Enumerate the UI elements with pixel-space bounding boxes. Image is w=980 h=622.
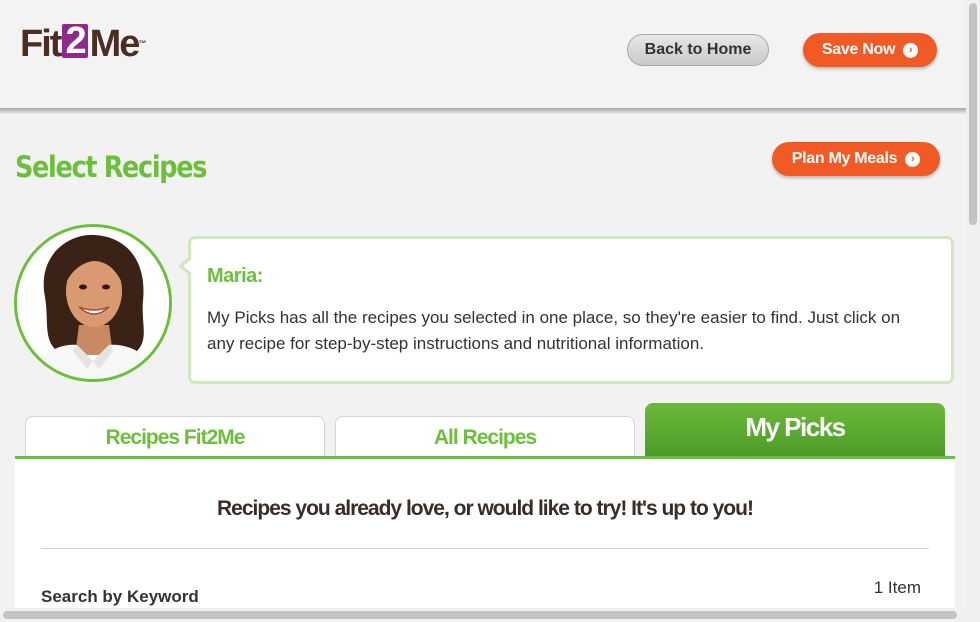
chevron-circle-right-icon: ›: [905, 151, 921, 167]
logo-text-me: Me: [89, 23, 141, 65]
search-by-keyword-label: Search by Keyword: [41, 587, 199, 606]
vertical-scrollbar-thumb[interactable]: [969, 3, 977, 225]
logo-trademark: ™: [138, 39, 147, 48]
panel-heading: Recipes you already love, or would like …: [217, 497, 754, 520]
tab-all-recipes-label: All Recipes: [433, 425, 537, 449]
tab-all-recipes[interactable]: All Recipes: [335, 416, 635, 458]
tab-recipes-fit2me[interactable]: Recipes Fit2Me: [25, 416, 325, 458]
coach-avatar: [14, 224, 172, 382]
coach-message: My Picks has all the recipes you selecte…: [207, 308, 901, 353]
item-count: 1 Item: [873, 578, 921, 597]
coach-name: Maria:: [207, 265, 263, 287]
site-header: Fit 2 Me™ Back to Home Save Now ›: [0, 0, 966, 108]
save-now-label: Save Now: [821, 41, 896, 58]
tab-my-picks[interactable]: My Picks: [645, 403, 945, 458]
coach-portrait-icon: [17, 227, 169, 379]
plan-my-meals-button[interactable]: Plan My Meals ›: [772, 142, 940, 176]
page-title: Select Recipes: [15, 150, 207, 184]
panel-divider: [41, 548, 929, 549]
plan-my-meals-label: Plan My Meals: [791, 150, 898, 167]
back-to-home-button[interactable]: Back to Home: [627, 34, 769, 66]
header-divider: [0, 108, 966, 114]
logo-text-fit: Fit: [20, 23, 62, 65]
coach-speech-bubble: Maria: My Picks has all the recipes you …: [188, 236, 954, 384]
my-picks-panel: Recipes you already love, or would like …: [15, 456, 955, 616]
save-now-button[interactable]: Save Now ›: [803, 33, 937, 67]
back-to-home-label: Back to Home: [644, 41, 752, 58]
chevron-circle-right-icon: ›: [903, 42, 919, 58]
tab-recipes-fit2me-label: Recipes Fit2Me: [105, 425, 246, 449]
speech-bubble-tail-fill: [183, 259, 192, 273]
fit2me-logo[interactable]: Fit 2 Me™: [20, 22, 147, 65]
horizontal-scrollbar-thumb[interactable]: [3, 611, 957, 619]
tab-my-picks-label: My Picks: [745, 412, 846, 442]
logo-text-two: 2: [62, 22, 88, 60]
